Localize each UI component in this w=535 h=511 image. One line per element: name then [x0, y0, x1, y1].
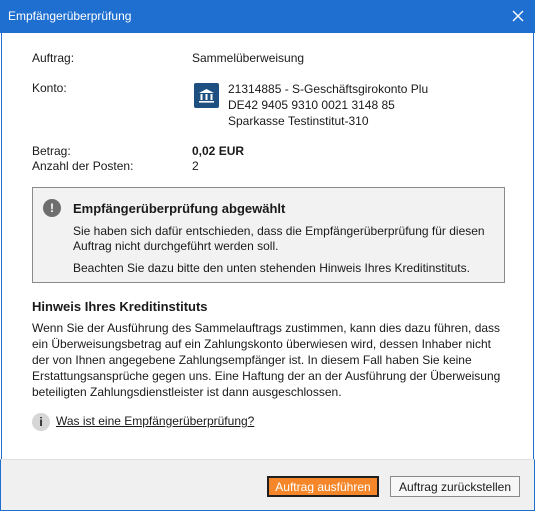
defer-order-button[interactable]: Auftrag zurückstellen [390, 476, 520, 497]
account-bank: Sparkasse Testinstitut-310 [228, 114, 369, 128]
notice-hint-text: Beachten Sie dazu bitte den unten stehen… [73, 261, 470, 275]
account-number: 21314885 - S-Geschäftsgirokonto Plu [228, 82, 429, 96]
dialog-content: Auftrag: Sammelüberweisung Konto: 213148… [1, 33, 534, 459]
order-value: Sammelüberweisung [192, 51, 305, 65]
notice-title: Empfängerüberprüfung abgewählt [73, 201, 286, 216]
execute-order-button[interactable]: Auftrag ausführen [267, 476, 379, 497]
amount-label: Betrag: [32, 144, 71, 158]
bank-icon [194, 83, 219, 108]
account-details: 21314885 - S-Geschäftsgirokonto Plu DE42… [228, 81, 428, 129]
warning-icon: ! [43, 199, 61, 217]
count-value: 2 [192, 159, 199, 173]
amount-value: 0,02 EUR [192, 144, 245, 158]
info-icon: i [32, 413, 50, 431]
close-icon[interactable] [507, 5, 529, 27]
info-link[interactable]: Was ist eine Empfängerüberprüfung? [56, 414, 254, 428]
window-title: Empfängerüberprüfung [8, 9, 132, 23]
notice-text: Sie haben sich dafür entschieden, dass d… [73, 224, 485, 253]
count-label: Anzahl der Posten: [32, 159, 134, 173]
account-iban: DE42 9405 9310 0021 3148 85 [228, 98, 395, 112]
hint-title: Hinweis Ihres Kreditinstituts [32, 299, 208, 314]
hint-text: Wenn Sie der Ausführung des Sammelauftra… [32, 321, 501, 399]
notice-box: ! Empfängerüberprüfung abgewählt Sie hab… [32, 187, 505, 283]
button-bar: Auftrag ausführen Auftrag zurückstellen [0, 459, 535, 511]
order-label: Auftrag: [32, 51, 75, 65]
account-label: Konto: [32, 81, 67, 95]
title-bar: Empfängerüberprüfung [0, 0, 535, 33]
